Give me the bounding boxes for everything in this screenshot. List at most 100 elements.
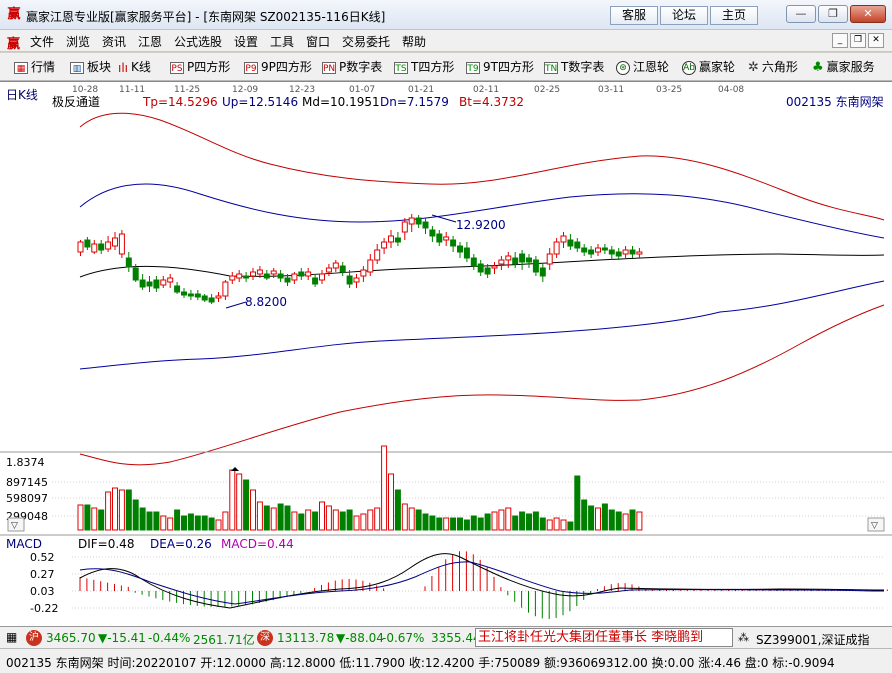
sh-index-change: ▼-15.41 bbox=[98, 631, 146, 645]
tool-service[interactable]: ♣ 赢家服务 bbox=[812, 58, 875, 76]
candle-body bbox=[526, 257, 532, 263]
menu-window[interactable]: 窗口 bbox=[306, 33, 330, 50]
tool-9t-square[interactable]: T9 9T四方形 bbox=[466, 58, 534, 76]
sz-index-value: 13113.78 bbox=[277, 631, 335, 645]
homepage-link[interactable]: 主页 bbox=[710, 6, 758, 25]
candle-body bbox=[408, 217, 415, 225]
volume-bar bbox=[291, 511, 298, 531]
kline-chart[interactable]: 日K线 极反通道 Tp=14.5296 Up=12.5146 Md=10.195… bbox=[0, 82, 892, 627]
candle-body bbox=[91, 243, 98, 253]
ticker-settings-icon[interactable]: ⁂ bbox=[738, 631, 749, 644]
candle-body bbox=[491, 265, 498, 269]
candle-body bbox=[539, 267, 546, 277]
volume-bar bbox=[77, 504, 84, 531]
volume-bar bbox=[532, 511, 539, 531]
volume-bar bbox=[250, 489, 256, 531]
macd-tick-1: 0.52 bbox=[30, 551, 55, 564]
candle-body bbox=[291, 273, 298, 281]
candle-body bbox=[560, 235, 567, 243]
candle-body bbox=[167, 277, 174, 283]
candle-body bbox=[250, 271, 256, 277]
candle-body bbox=[367, 259, 374, 273]
menu-browse[interactable]: 浏览 bbox=[66, 33, 90, 50]
menu-formula[interactable]: 公式选股 bbox=[174, 33, 222, 50]
kline-chart-area[interactable]: 日K线 极反通道 Tp=14.5296 Up=12.5146 Md=10.195… bbox=[0, 81, 892, 649]
customer-service-link[interactable]: 客服 bbox=[610, 6, 658, 25]
candle-body bbox=[298, 271, 305, 277]
tool-t-square[interactable]: TS T四方形 bbox=[394, 58, 454, 76]
dea-label: DEA=0.26 bbox=[150, 537, 212, 551]
volume-bar bbox=[574, 475, 581, 531]
candlestick-icon: ılı bbox=[118, 60, 129, 75]
menu-settings[interactable]: 设置 bbox=[234, 33, 258, 50]
channel-bt-line bbox=[79, 304, 885, 466]
service-icon: ♣ bbox=[812, 59, 824, 75]
date-tick: 03-25 bbox=[656, 85, 682, 95]
volume-bar bbox=[305, 509, 312, 531]
candle-body bbox=[415, 217, 422, 225]
candle-body bbox=[325, 267, 332, 273]
volume-bar bbox=[429, 515, 436, 531]
menu-trade[interactable]: 交易委托 bbox=[342, 33, 390, 50]
tool-t-table[interactable]: TN T数字表 bbox=[544, 58, 604, 76]
tp-label: Tp=14.5296 bbox=[142, 95, 218, 109]
candle-body bbox=[615, 251, 622, 257]
ts-icon: TS bbox=[394, 61, 408, 74]
menu-file[interactable]: 文件 bbox=[30, 33, 54, 50]
volume-bar bbox=[581, 499, 588, 531]
news-ticker[interactable]: 王江将卦任光大集团任董事长 李晓鹏到 bbox=[475, 628, 733, 647]
t9-icon: T9 bbox=[466, 61, 480, 74]
tool-winner-wheel[interactable]: Ab 赢家轮 bbox=[682, 58, 735, 76]
volume-bar bbox=[132, 499, 139, 531]
blocks-icon: ▥ bbox=[70, 61, 84, 74]
volume-bar bbox=[498, 509, 505, 531]
menu-gann[interactable]: 江恩 bbox=[138, 33, 162, 50]
volume-bar bbox=[450, 517, 457, 531]
tool-hexagon[interactable]: ✲ 六角形 bbox=[748, 58, 798, 76]
candle-body bbox=[629, 249, 636, 255]
candle-body bbox=[601, 247, 608, 251]
date-tick: 01-07 bbox=[349, 85, 375, 95]
date-tick: 12-23 bbox=[289, 85, 315, 95]
date-tick: 04-08 bbox=[718, 85, 744, 95]
candle-body bbox=[532, 259, 539, 273]
volume-bar bbox=[629, 509, 636, 531]
candle-body bbox=[353, 277, 360, 283]
sz-index-pct: -0.67% bbox=[382, 631, 425, 645]
mdi-close-button[interactable]: ✕ bbox=[868, 33, 884, 48]
mdi-restore-button[interactable]: ❐ bbox=[850, 33, 866, 48]
menu-news[interactable]: 资讯 bbox=[102, 33, 126, 50]
candle-body bbox=[160, 279, 167, 286]
tool-quotes[interactable]: ▦ 行情 bbox=[14, 58, 55, 76]
status-right-index: SZ399001,深证成指 bbox=[756, 633, 870, 647]
mdi-minimize-button[interactable]: _ bbox=[832, 33, 848, 48]
tool-gann-wheel[interactable]: ⊛ 江恩轮 bbox=[616, 58, 669, 76]
tool-p-square[interactable]: PS P四方形 bbox=[170, 58, 230, 76]
sz-index-amount: 3355.44 bbox=[431, 631, 481, 645]
status-menu-icon[interactable]: ▦ bbox=[6, 630, 17, 644]
up-label: Up=12.5146 bbox=[222, 95, 298, 109]
candle-body bbox=[381, 241, 388, 249]
volume-bar bbox=[194, 515, 201, 531]
volume-bar bbox=[243, 479, 250, 531]
menu-tools[interactable]: 工具 bbox=[270, 33, 294, 50]
tool-sectors[interactable]: ▥ 板块 bbox=[70, 58, 111, 76]
tool-kline[interactable]: ılı K线 bbox=[118, 58, 151, 76]
volume-bar bbox=[270, 507, 277, 531]
tool-9p-square[interactable]: P9 9P四方形 bbox=[244, 58, 312, 76]
volume-bar bbox=[388, 473, 394, 531]
menu-help[interactable]: 帮助 bbox=[402, 33, 426, 50]
minimize-button[interactable]: — bbox=[786, 5, 816, 23]
candle-body bbox=[174, 285, 181, 293]
volume-bar bbox=[118, 489, 125, 531]
forum-link[interactable]: 论坛 bbox=[660, 6, 708, 25]
pn-icon: PN bbox=[322, 61, 336, 74]
maximize-button[interactable]: ❐ bbox=[818, 5, 848, 23]
close-button[interactable]: ✕ bbox=[850, 5, 886, 23]
candle-body bbox=[153, 279, 160, 289]
app-logo-icon: 赢 bbox=[7, 7, 21, 22]
candle-body bbox=[346, 275, 353, 285]
tool-p-table[interactable]: PN P数字表 bbox=[322, 58, 382, 76]
candle-body bbox=[477, 263, 484, 273]
candle-body bbox=[636, 251, 643, 255]
